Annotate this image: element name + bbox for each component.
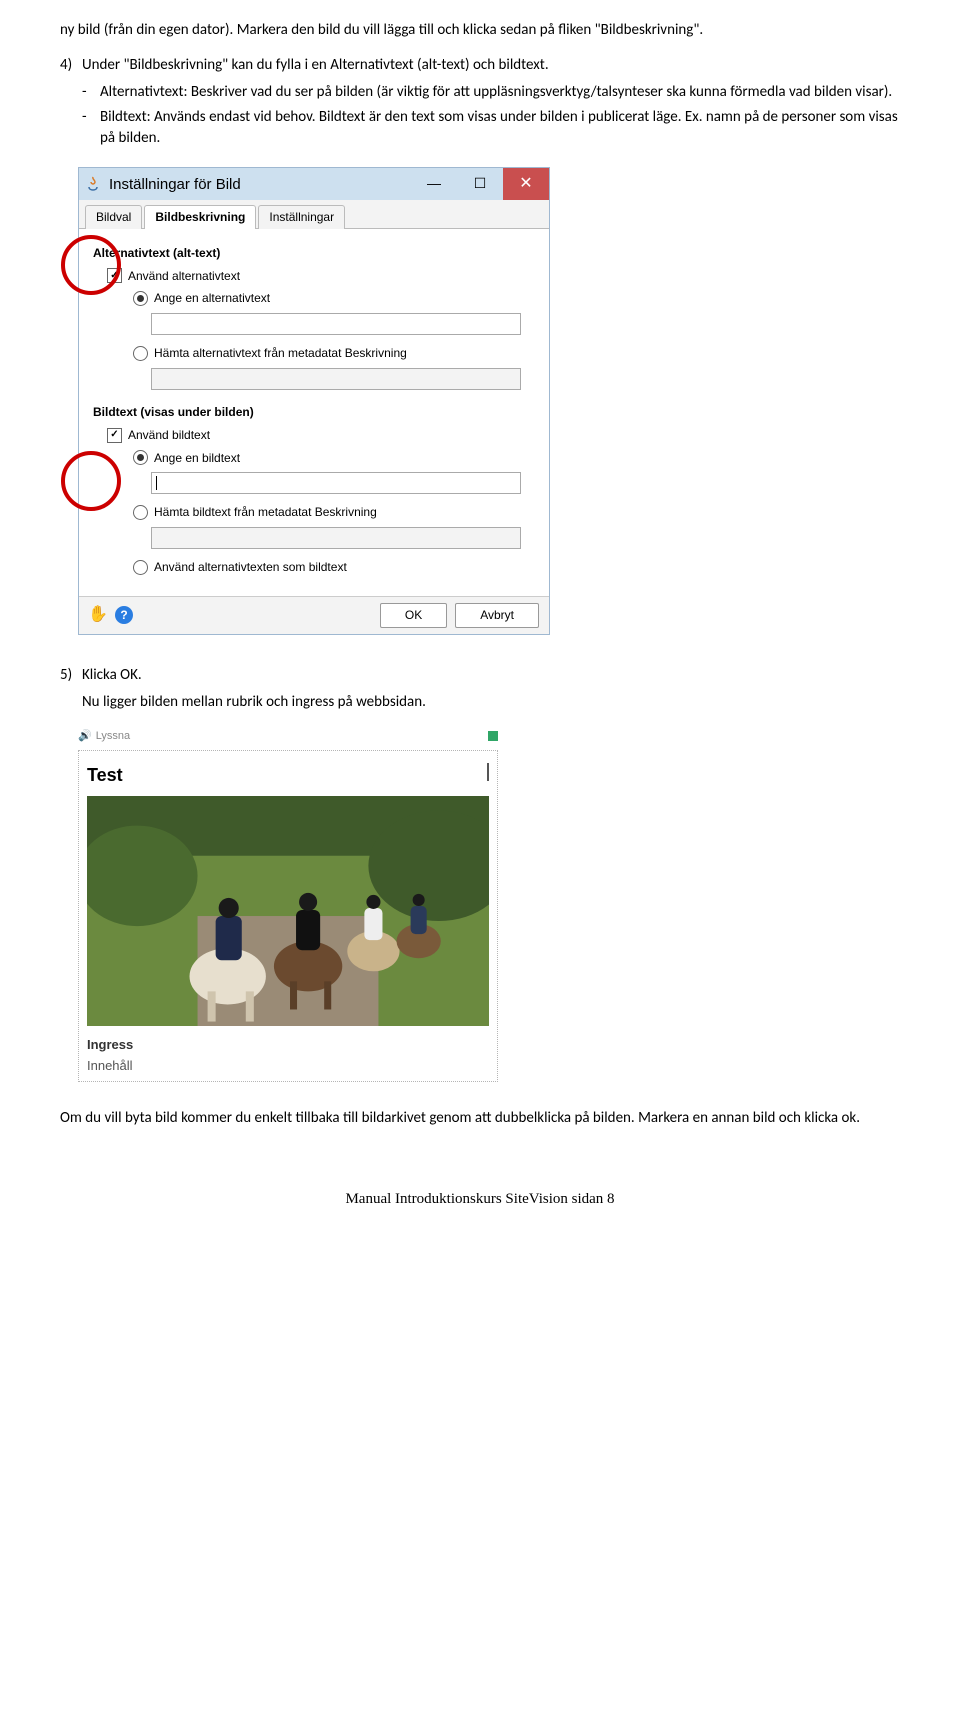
meta-bildtext-radio[interactable]: [133, 505, 148, 520]
meta-alttext-label: Hämta alternativtext från metadatat Besk…: [154, 345, 407, 362]
annotation-circle-2: [61, 451, 121, 511]
preview-photo: [87, 796, 489, 1026]
tab-bildbeskrivning[interactable]: Bildbeskrivning: [144, 205, 256, 229]
use-alttext-label: Använd alternativtext: [128, 268, 240, 285]
dialog-tabs: Bildval Bildbeskrivning Inställningar: [79, 200, 549, 229]
lyssna-label: Lyssna: [96, 729, 130, 744]
closing-paragraph: Om du vill byta bild kommer du enkelt ti…: [60, 1108, 900, 1129]
page-footer: Manual Introduktionskurs SiteVision sida…: [60, 1189, 900, 1210]
dialog-panel: Alternativtext (alt-text) Använd alterna…: [79, 229, 549, 596]
close-button[interactable]: ✕: [503, 168, 549, 200]
dash-bullet: -: [82, 107, 100, 149]
use-bildtext-label: Använd bildtext: [128, 427, 210, 444]
preview-ingress: Ingress: [87, 1036, 489, 1054]
tab-installningar[interactable]: Inställningar: [258, 205, 345, 229]
preview-title: Test: [87, 763, 123, 788]
java-icon: [85, 176, 101, 192]
meta-bildtext-label: Hämta bildtext från metadatat Beskrivnin…: [154, 504, 377, 521]
step4-dash2: Bildtext: Används endast vid behov. Bild…: [100, 107, 900, 149]
use-bildtext-checkbox[interactable]: [107, 428, 122, 443]
bildtext-input[interactable]: [151, 472, 521, 494]
enter-alttext-label: Ange en alternativtext: [154, 290, 270, 307]
step-number-5: 5): [60, 665, 82, 686]
meta-alttext-input: [151, 368, 521, 390]
step5-after: Nu ligger bilden mellan rubrik och ingre…: [82, 692, 900, 713]
image-settings-dialog: Inställningar för Bild — ☐ ✕ Bildval Bil…: [78, 167, 550, 635]
preview-innehall: Innehåll: [87, 1057, 489, 1075]
meta-bildtext-input: [151, 527, 521, 549]
ok-button[interactable]: OK: [380, 603, 447, 628]
alt-as-bildtext-label: Använd alternativtexten som bildtext: [154, 559, 347, 576]
dialog-footer: ✋ ? OK Avbryt: [79, 596, 549, 634]
tab-bildval[interactable]: Bildval: [85, 205, 142, 229]
alt-text-legend: Alternativtext (alt-text): [93, 245, 535, 262]
step4-dash1: Alternativtext: Beskriver vad du ser på …: [100, 82, 900, 103]
annotation-circle-1: [61, 235, 121, 295]
enter-bildtext-label: Ange en bildtext: [154, 450, 240, 467]
cancel-button[interactable]: Avbryt: [455, 603, 539, 628]
web-preview: 🔊 Lyssna Test: [78, 727, 498, 1082]
intro-paragraph: ny bild (från din egen dator). Markera d…: [60, 20, 900, 41]
step-number-4: 4): [60, 55, 82, 76]
minimize-button[interactable]: —: [411, 168, 457, 200]
green-indicator: [488, 731, 498, 741]
step-4-text: Under "Bildbeskrivning" kan du fylla i e…: [82, 55, 900, 76]
use-alttext-checkbox[interactable]: [107, 268, 122, 283]
alttext-input[interactable]: [151, 313, 521, 335]
help-icon[interactable]: ?: [115, 606, 133, 624]
dash-bullet: -: [82, 82, 100, 103]
meta-alttext-radio[interactable]: [133, 346, 148, 361]
preview-box: Test: [78, 750, 498, 1082]
lyssna-link[interactable]: 🔊 Lyssna: [78, 729, 130, 744]
dialog-title: Inställningar för Bild: [109, 174, 411, 195]
alt-as-bildtext-radio[interactable]: [133, 560, 148, 575]
enter-bildtext-radio[interactable]: [133, 450, 148, 465]
speaker-icon: 🔊: [78, 729, 92, 744]
maximize-button[interactable]: ☐: [457, 168, 503, 200]
bildtext-legend: Bildtext (visas under bilden): [93, 404, 535, 421]
dialog-titlebar: Inställningar för Bild — ☐ ✕: [79, 168, 549, 200]
cursor-bar: [487, 763, 489, 781]
enter-alttext-radio[interactable]: [133, 291, 148, 306]
accessibility-icon[interactable]: ✋: [89, 606, 107, 624]
step-5-text: Klicka OK.: [82, 665, 900, 686]
